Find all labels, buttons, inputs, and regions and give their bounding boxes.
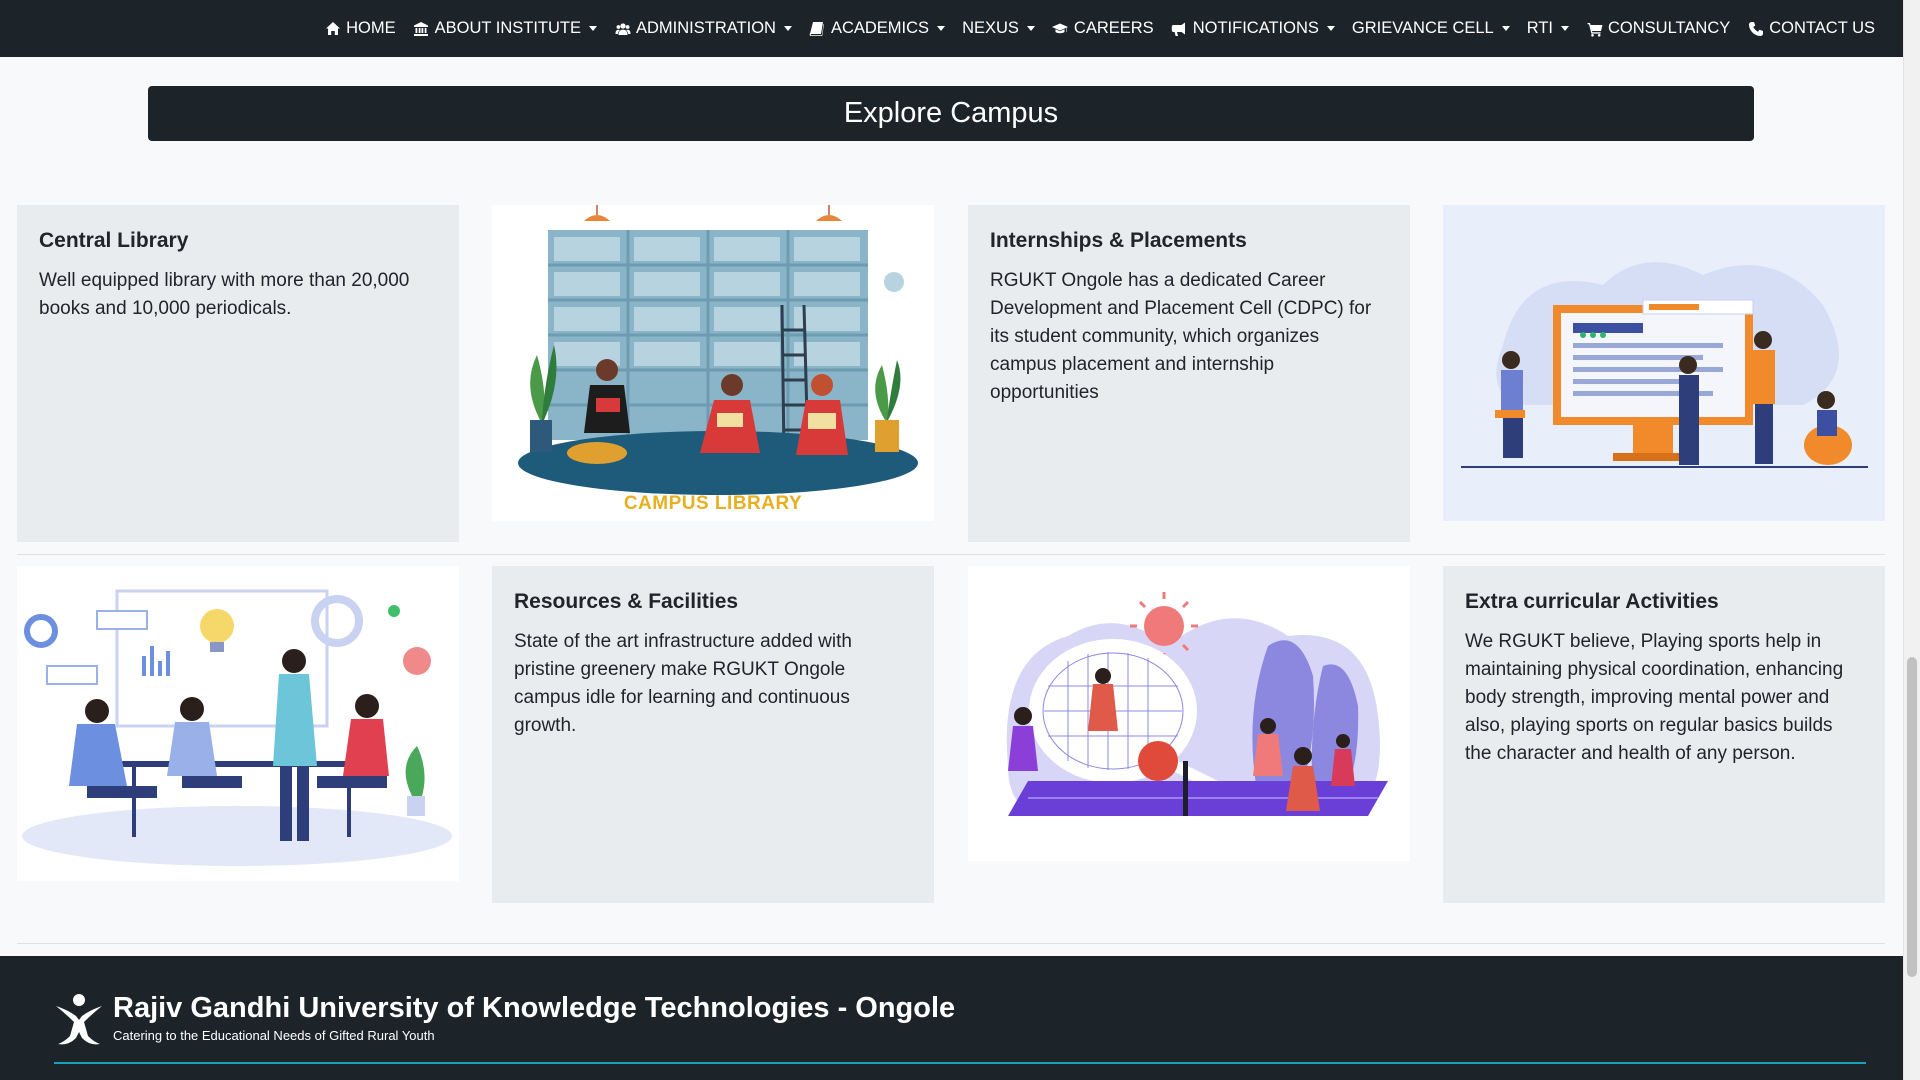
- chevron-down-icon: [1326, 26, 1335, 31]
- bullhorn-icon: [1171, 20, 1188, 37]
- nav-contact-us-label: CONTACT US: [1769, 19, 1875, 37]
- nav-consultancy-label: CONSULTANCY: [1608, 19, 1731, 37]
- card-extra-curricular: Extra curricular Activities We RGUKT bel…: [1443, 566, 1885, 903]
- cart-icon: [1586, 20, 1603, 37]
- nav-rti[interactable]: RTI: [1526, 19, 1570, 38]
- row-divider: [17, 554, 1885, 555]
- nav-academics-label: ACADEMICS: [830, 19, 930, 37]
- nav-grievance-cell-label: GRIEVANCE CELL: [1351, 19, 1494, 37]
- nav-academics[interactable]: ACADEMICS: [809, 19, 946, 38]
- nav-grievance-cell[interactable]: GRIEVANCE CELL: [1352, 19, 1510, 38]
- top-navbar: HOME ABOUT INSTITUTE ADMINISTRATION ACAD…: [0, 0, 1903, 57]
- nav-consultancy[interactable]: CONSULTANCY: [1586, 19, 1730, 38]
- nav-about-institute-label: ABOUT INSTITUTE: [434, 19, 581, 37]
- chevron-down-icon: [937, 26, 946, 31]
- sports-illustration-graphic: [1006, 592, 1388, 816]
- university-logo-icon: [56, 994, 102, 1045]
- library-illustration-graphic: CAMPUS LIBRARY: [518, 205, 918, 514]
- card-text: Well equipped library with more than 20,…: [39, 270, 410, 319]
- nav-careers[interactable]: CAREERS: [1052, 19, 1154, 38]
- nav-rti-label: RTI: [1526, 19, 1554, 37]
- card-title: Resources & Facilities: [514, 590, 739, 613]
- nav-home-label: HOME: [346, 19, 396, 37]
- nav-about-institute[interactable]: ABOUT INSTITUTE: [413, 19, 597, 38]
- teamwork-illustration: [17, 566, 459, 881]
- graduation-cap-icon: [1052, 20, 1069, 37]
- footer-divider: [54, 1062, 1866, 1064]
- explore-campus-heading: Explore Campus: [148, 86, 1754, 141]
- nav-administration[interactable]: ADMINISTRATION: [614, 19, 792, 38]
- placements-illustration-graphic: [1461, 262, 1868, 468]
- card-central-library: Central Library Well equipped library wi…: [17, 205, 459, 542]
- chevron-down-icon: [783, 26, 792, 31]
- page-scrollbar[interactable]: [1903, 0, 1920, 1080]
- card-text: We RGUKT believe, Playing sports help in…: [1465, 631, 1844, 764]
- card-internships-placements: Internships & Placements RGUKT Ongole ha…: [968, 205, 1410, 542]
- chevron-down-icon: [589, 26, 597, 31]
- section-divider: [17, 943, 1885, 944]
- nav-notifications[interactable]: NOTIFICATIONS: [1171, 19, 1335, 38]
- card-text: RGUKT Ongole has a dedicated Career Deve…: [990, 270, 1372, 403]
- sports-illustration: [968, 566, 1410, 861]
- chevron-down-icon: [1561, 26, 1570, 31]
- placements-illustration: [1443, 205, 1885, 521]
- nav-home[interactable]: HOME: [324, 19, 396, 38]
- users-icon: [614, 20, 631, 37]
- chevron-down-icon: [1026, 26, 1035, 31]
- card-title: Central Library: [39, 229, 189, 252]
- nav-contact-us[interactable]: CONTACT US: [1747, 19, 1875, 38]
- card-resources-facilities: Resources & Facilities State of the art …: [492, 566, 934, 903]
- teamwork-illustration-graphic: [22, 589, 452, 866]
- book-icon: [809, 20, 826, 37]
- nav-careers-label: CAREERS: [1073, 19, 1154, 37]
- footer-tagline: Catering to the Educational Needs of Gif…: [113, 1028, 435, 1043]
- phone-icon: [1747, 20, 1764, 37]
- nav-notifications-label: NOTIFICATIONS: [1192, 19, 1319, 37]
- nav-nexus[interactable]: NEXUS: [962, 19, 1035, 38]
- home-icon: [324, 20, 341, 37]
- nav-administration-label: ADMINISTRATION: [636, 19, 776, 37]
- card-title: Internships & Placements: [990, 229, 1247, 252]
- institution-icon: [413, 20, 430, 37]
- scrollbar-thumb[interactable]: [1907, 657, 1917, 977]
- card-text: State of the art infrastructure added wi…: [514, 631, 852, 736]
- nav-nexus-label: NEXUS: [962, 19, 1019, 37]
- library-caption: CAMPUS LIBRARY: [624, 493, 802, 514]
- library-illustration: CAMPUS LIBRARY: [492, 205, 934, 521]
- card-title: Extra curricular Activities: [1465, 590, 1719, 613]
- chevron-down-icon: [1501, 26, 1510, 31]
- footer: Rajiv Gandhi University of Knowledge Tec…: [0, 956, 1903, 1080]
- footer-university-title: Rajiv Gandhi University of Knowledge Tec…: [113, 992, 956, 1024]
